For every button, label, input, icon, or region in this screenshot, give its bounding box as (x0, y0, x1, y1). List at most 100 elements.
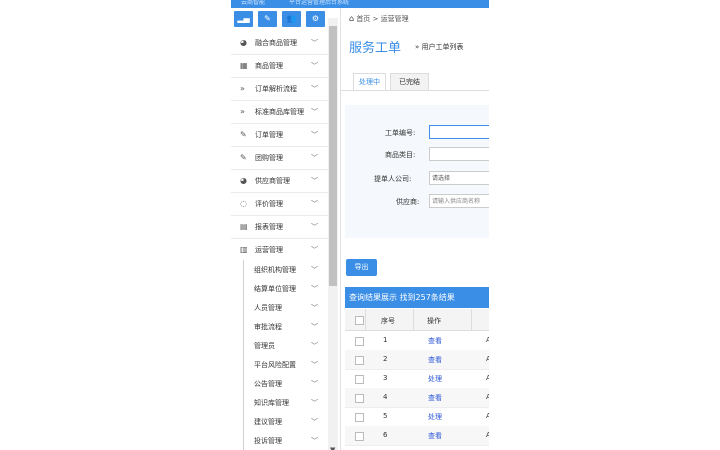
sidebar-subitem[interactable]: 审批流程 ﹀ (231, 317, 328, 337)
chevron-down-icon: ﹀ (311, 131, 318, 139)
tree-line (243, 317, 244, 336)
ticket-number-input[interactable] (429, 125, 489, 139)
ticket-number-label: 工单编号: (385, 129, 416, 137)
tree-line (243, 431, 244, 450)
edit-icon: ✎ (240, 153, 247, 162)
sidebar-subitem-label: 公告管理 (254, 380, 282, 388)
tree-line (243, 298, 244, 317)
sidebar-item-label: 融合商品管理 (255, 39, 297, 47)
breadcrumb: ⌂ 首页 > 运营管理 (349, 14, 409, 24)
row-cell: A (486, 393, 489, 401)
sidebar-item[interactable]: ◕ 融合商品管理 ﹀ (231, 32, 328, 55)
sidebar-item[interactable]: ◌ 评价管理 ﹀ (231, 193, 328, 216)
status-tabs: 处理中 已完结 (341, 70, 489, 91)
sidebar-item[interactable]: ✎ 订单管理 ﹀ (231, 124, 328, 147)
page-title: 服务工单 (349, 41, 402, 56)
table-row: 3 处理 A (345, 369, 489, 389)
sidebar-subitem[interactable]: 投诉管理 ﹀ (231, 431, 328, 450)
tree-line (243, 279, 244, 298)
table-row: 2 查看 A (345, 350, 489, 370)
chevron-down-icon: ﹀ (311, 437, 318, 445)
category-input[interactable] (429, 147, 489, 161)
supplier-label: 供应商: (396, 198, 420, 206)
tab-processing[interactable]: 处理中 (353, 73, 386, 90)
sidebar-item[interactable]: ▤ 报表管理 ﹀ (231, 216, 328, 239)
chevron-down-icon: ﹀ (311, 361, 318, 369)
row-checkbox[interactable] (355, 432, 364, 441)
row-checkbox[interactable] (355, 337, 364, 346)
sidebar-subitem[interactable]: 组织机构管理 ﹀ (231, 260, 328, 280)
row-action-link[interactable]: 处理 (428, 374, 442, 384)
sidebar-subitem[interactable]: 人员管理 ﹀ (231, 298, 328, 318)
scroll-down-icon[interactable]: ▼ (330, 446, 335, 450)
row-checkbox[interactable] (355, 375, 364, 384)
row-checkbox[interactable] (355, 394, 364, 403)
sidebar-item[interactable]: ◕ 供应商管理 ﹀ (231, 170, 328, 193)
top-bar: 云商智能 平台运营管理后台系统 (231, 0, 489, 8)
sidebar-subitem-label: 人员管理 (254, 304, 282, 312)
row-checkbox[interactable] (355, 356, 364, 365)
chevron-down-icon: ﹀ (311, 177, 318, 185)
breadcrumb-current: 运营管理 (380, 15, 409, 23)
sidebar-subitem[interactable]: 知识库管理 ﹀ (231, 393, 328, 413)
sidebar-subitem[interactable]: 平台风险配置 ﹀ (231, 355, 328, 375)
row-cell: A (486, 412, 489, 420)
qrcode-icon: ▦ (240, 61, 248, 70)
tab-completed[interactable]: 已完结 (390, 73, 429, 90)
double-chevron-icon: » (240, 107, 245, 116)
row-index: 6 (383, 431, 388, 439)
breadcrumb-separator: > (372, 15, 379, 23)
category-label: 商品类目: (385, 151, 416, 159)
row-action-link[interactable]: 处理 (428, 412, 442, 422)
sidebar-subitem[interactable]: 管理员 ﹀ (231, 336, 328, 356)
chevron-down-icon: ﹀ (311, 154, 318, 162)
bar-chart-icon[interactable]: ▂▄ (234, 11, 253, 27)
sidebar-item[interactable]: » 标准商品库管理 ﹀ (231, 101, 328, 124)
chevron-down-icon: ﹀ (311, 39, 318, 47)
sidebar-item[interactable]: ▦ 商品管理 ﹀ (231, 55, 328, 78)
company-select[interactable]: 请选择 (429, 171, 489, 185)
breadcrumb-home[interactable]: 首页 (356, 15, 370, 23)
row-index: 4 (383, 393, 388, 401)
settings-icon[interactable]: ⚙ (306, 11, 325, 27)
row-index: 2 (383, 355, 388, 363)
pencil-icon[interactable]: ✎ (258, 11, 277, 27)
sidebar-item[interactable]: » 订单解析流程 ﹀ (231, 78, 328, 101)
sidebar-subitem-label: 平台风险配置 (254, 361, 296, 369)
home-icon[interactable]: ⌂ (349, 14, 354, 23)
sidebar-item[interactable]: ✎ 团购管理 ﹀ (231, 147, 328, 170)
sidebar-subitem-label: 结算单位管理 (254, 285, 296, 293)
tree-line (243, 260, 244, 279)
row-cell: A (486, 374, 489, 382)
row-index: 5 (383, 412, 388, 420)
select-all-checkbox[interactable] (355, 316, 364, 325)
row-cell: A (486, 336, 489, 344)
row-cell: A (486, 355, 489, 363)
export-button[interactable]: 导出 (346, 259, 377, 276)
scrollbar-thumb[interactable] (329, 26, 337, 286)
users-icon[interactable]: 👥 (282, 11, 301, 27)
table-header: 序号 操作 (345, 309, 489, 331)
sidebar-scrollbar[interactable]: ▼ (328, 18, 338, 450)
sidebar-subitem-label: 投诉管理 (254, 437, 282, 445)
table-row: 5 处理 A (345, 407, 489, 427)
row-checkbox[interactable] (355, 413, 364, 422)
app-title: 平台运营管理后台系统 (289, 0, 350, 6)
row-action-link[interactable]: 查看 (428, 393, 442, 403)
row-cell: A (486, 431, 489, 439)
row-action-link[interactable]: 查看 (428, 355, 442, 365)
table-row: 4 查看 A (345, 388, 489, 408)
chart-icon: ▥ (240, 245, 248, 254)
tree-line (243, 355, 244, 374)
table-row: 6 查看 A (345, 426, 489, 446)
supplier-input[interactable]: 请输入供应商名称 (429, 194, 489, 208)
row-index: 3 (383, 374, 388, 382)
sidebar-item[interactable]: ▥ 运营管理 ﹀ (231, 239, 328, 262)
sidebar-subitem[interactable]: 结算单位管理 ﹀ (231, 279, 328, 299)
row-action-link[interactable]: 查看 (428, 431, 442, 441)
row-action-link[interactable]: 查看 (428, 336, 442, 346)
results-header: 查询结果展示 找到257条结果 (345, 287, 489, 308)
tree-line (243, 412, 244, 431)
sidebar-subitem[interactable]: 建议管理 ﹀ (231, 412, 328, 432)
sidebar-subitem[interactable]: 公告管理 ﹀ (231, 374, 328, 394)
